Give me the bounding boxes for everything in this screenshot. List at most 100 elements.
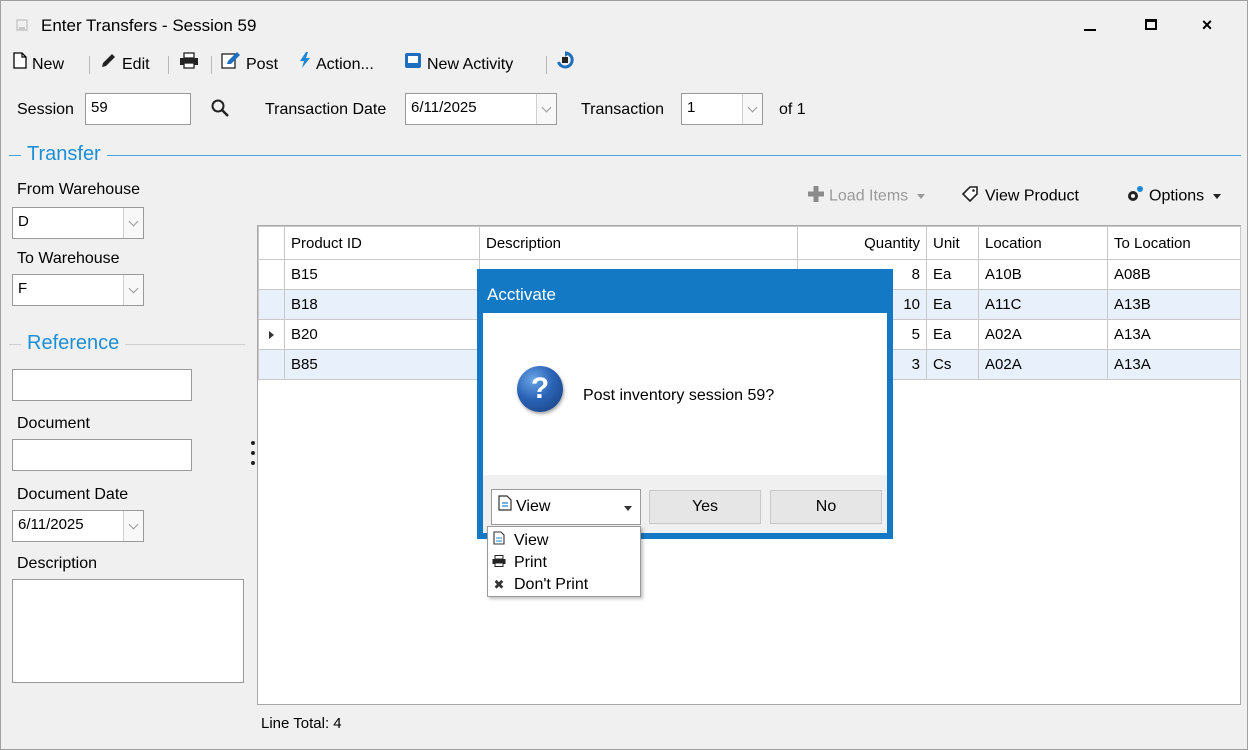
- new-button[interactable]: New: [13, 51, 64, 79]
- to-warehouse-dropdown[interactable]: [123, 275, 143, 305]
- chevron-down-icon: [541, 102, 552, 112]
- row-selector-header[interactable]: [258, 226, 285, 260]
- document-icon: [492, 530, 506, 552]
- column-header-to-location[interactable]: To Location: [1107, 226, 1241, 260]
- options-label: Options: [1149, 187, 1205, 205]
- chevron-down-icon: [747, 102, 758, 112]
- to-warehouse-select[interactable]: F: [12, 274, 144, 306]
- chevron-down-icon: [128, 283, 139, 293]
- row-selector[interactable]: [258, 259, 285, 290]
- close-button[interactable]: ×: [1184, 5, 1230, 45]
- panel-splitter[interactable]: [251, 441, 255, 475]
- new-label: New: [32, 56, 65, 74]
- cell-unit[interactable]: Ea: [926, 289, 979, 320]
- post-button[interactable]: Post: [221, 51, 278, 79]
- new-activity-button[interactable]: New Activity: [404, 51, 513, 79]
- new-document-icon: [13, 51, 27, 79]
- transaction-label: Transaction: [581, 101, 664, 118]
- document-date-value: 6/11/2025: [18, 516, 84, 533]
- cell-product-id[interactable]: B20: [284, 319, 480, 350]
- action-button[interactable]: Action...: [299, 51, 374, 79]
- cell-unit[interactable]: Ea: [926, 319, 979, 350]
- column-header-description[interactable]: Description: [479, 226, 798, 260]
- cell-unit[interactable]: Ea: [926, 259, 979, 290]
- cell-to-location[interactable]: A13A: [1107, 319, 1241, 350]
- toolbar-divider: [89, 56, 90, 74]
- cell-product-id[interactable]: B18: [284, 289, 480, 320]
- app-icon: [15, 18, 29, 32]
- post-edit-icon: [221, 51, 241, 79]
- minimize-icon: [1084, 28, 1096, 31]
- x-icon: ✖: [493, 577, 505, 592]
- column-header-quantity[interactable]: Quantity: [797, 226, 927, 260]
- cell-product-id[interactable]: B15: [284, 259, 480, 290]
- cell-to-location[interactable]: A13B: [1107, 289, 1241, 320]
- minimize-button[interactable]: [1067, 5, 1113, 45]
- line-total: Line Total: 4: [261, 715, 342, 732]
- option-view-label: View: [514, 532, 549, 549]
- dialog-title: Acctivate: [477, 269, 893, 313]
- transfer-section-line: [9, 155, 1241, 156]
- to-warehouse-value: F: [18, 280, 28, 297]
- cell-unit[interactable]: Cs: [926, 349, 979, 380]
- transaction-date-field[interactable]: 6/11/2025: [405, 93, 557, 125]
- options-button[interactable]: Options: [1125, 185, 1221, 211]
- load-items-button[interactable]: Load Items: [807, 185, 925, 211]
- row-selector[interactable]: [258, 319, 285, 350]
- row-selector[interactable]: [258, 349, 285, 380]
- print-mode-select[interactable]: View: [491, 489, 641, 525]
- maximize-button[interactable]: [1128, 5, 1174, 45]
- transfer-section-title: Transfer: [21, 143, 107, 166]
- column-header-unit[interactable]: Unit: [926, 226, 979, 260]
- document-label: Document: [17, 415, 90, 432]
- cell-to-location[interactable]: A13A: [1107, 349, 1241, 380]
- transaction-count: of 1: [779, 101, 806, 118]
- option-view[interactable]: View: [488, 530, 640, 552]
- dialog-message: Post inventory session 59?: [583, 387, 775, 404]
- cell-location[interactable]: A02A: [978, 319, 1108, 350]
- yes-button[interactable]: Yes: [649, 490, 761, 524]
- option-dont-print[interactable]: ✖ Don't Print: [488, 574, 640, 596]
- edit-label: Edit: [122, 56, 150, 74]
- document-date-dropdown[interactable]: [123, 511, 143, 541]
- print-mode-value: View: [516, 498, 551, 516]
- printer-icon: [179, 51, 199, 79]
- view-product-button[interactable]: View Product: [961, 185, 1079, 211]
- column-header-product-id[interactable]: Product ID: [284, 226, 480, 260]
- from-warehouse-dropdown[interactable]: [123, 208, 143, 238]
- caret-down-icon: [916, 194, 925, 199]
- reference-input[interactable]: [12, 369, 192, 401]
- option-print[interactable]: Print: [488, 552, 640, 574]
- transaction-date-dropdown[interactable]: [536, 94, 556, 124]
- document-date-field[interactable]: 6/11/2025: [12, 510, 144, 542]
- transaction-select[interactable]: 1: [681, 93, 763, 125]
- transaction-dropdown[interactable]: [742, 94, 762, 124]
- post-confirm-dialog: Acctivate ? Post inventory session 59? V…: [477, 269, 893, 539]
- session-input[interactable]: 59: [85, 93, 191, 125]
- plus-icon: [807, 185, 825, 208]
- print-button[interactable]: [179, 51, 204, 79]
- to-warehouse-label: To Warehouse: [17, 250, 120, 267]
- cell-product-id[interactable]: B85: [284, 349, 480, 380]
- cell-location[interactable]: A02A: [978, 349, 1108, 380]
- maximize-icon: [1145, 19, 1157, 31]
- row-selector[interactable]: [258, 289, 285, 320]
- from-warehouse-select[interactable]: D: [12, 207, 144, 239]
- column-header-location[interactable]: Location: [978, 226, 1108, 260]
- session-label: Session: [17, 101, 74, 118]
- search-button[interactable]: [210, 98, 230, 123]
- cell-location[interactable]: A11C: [978, 289, 1108, 320]
- cell-to-location[interactable]: A08B: [1107, 259, 1241, 290]
- edit-button[interactable]: Edit: [100, 51, 150, 79]
- chevron-down-icon: [128, 519, 139, 529]
- load-items-label: Load Items: [829, 187, 909, 205]
- description-textarea[interactable]: [12, 579, 244, 683]
- document-input[interactable]: [12, 439, 192, 471]
- from-warehouse-label: From Warehouse: [17, 181, 140, 198]
- no-button[interactable]: No: [770, 490, 882, 524]
- pencil-icon: [100, 51, 117, 79]
- from-warehouse-value: D: [18, 213, 29, 230]
- document-date-label: Document Date: [17, 486, 129, 503]
- cell-location[interactable]: A10B: [978, 259, 1108, 290]
- refresh-button[interactable]: [556, 51, 579, 79]
